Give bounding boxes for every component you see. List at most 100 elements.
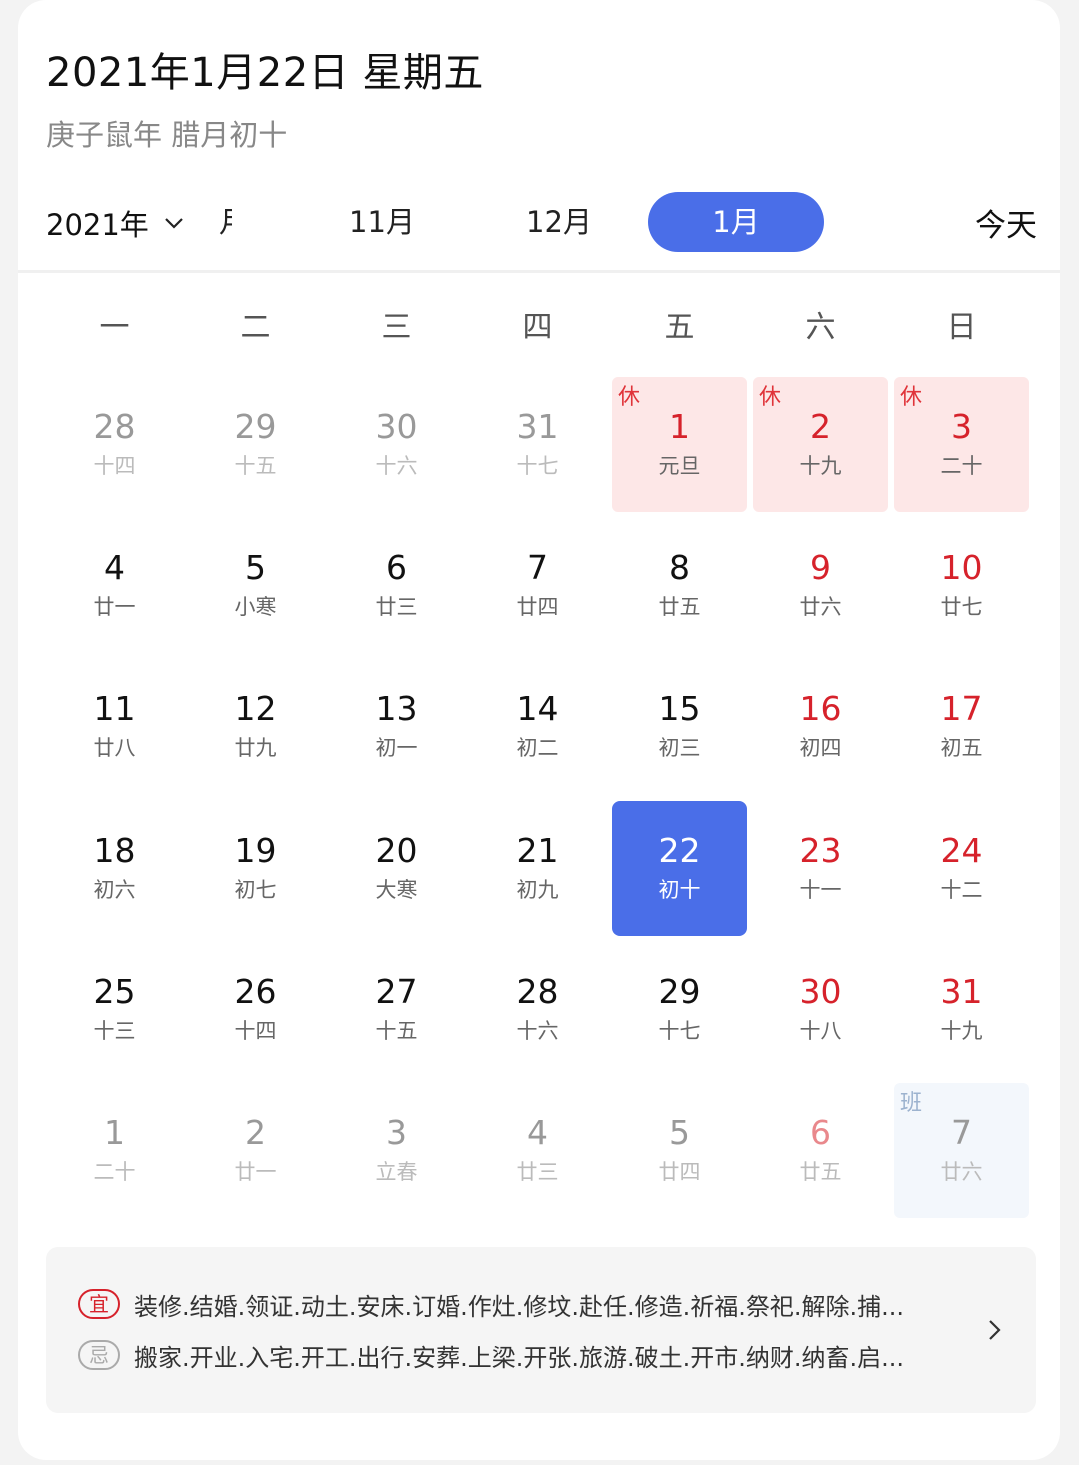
lunar-day: 元旦 bbox=[658, 454, 701, 478]
lunar-day: 初四 bbox=[799, 736, 842, 760]
weekday-label: 五 bbox=[664, 310, 695, 345]
day-cell[interactable]: 12 廿九 bbox=[188, 659, 323, 794]
lunar-day: 初二 bbox=[516, 736, 559, 760]
day-cell[interactable]: 1 二十 bbox=[47, 1083, 182, 1218]
day-cell[interactable]: 29 十五 bbox=[188, 377, 323, 512]
day-cell[interactable]: 27 十五 bbox=[329, 942, 464, 1077]
day-cell[interactable]: 15 初三 bbox=[612, 659, 747, 794]
lunar-day: 廿一 bbox=[93, 595, 136, 619]
day-number: 1 bbox=[104, 1113, 125, 1152]
day-cell[interactable]: 28 十六 bbox=[470, 942, 605, 1077]
day-cell[interactable]: 30 十八 bbox=[753, 942, 888, 1077]
day-number: 31 bbox=[516, 407, 559, 446]
almanac-bad-row: 忌 搬家.开业.入宅.开工.出行.安葬.上梁.开张.旅游.破土.开市.纳财.纳畜… bbox=[78, 1335, 904, 1375]
day-number: 13 bbox=[375, 689, 418, 728]
almanac-panel[interactable]: 宜 装修.结婚.领证.动土.安床.订婚.作灶.修坟.赴任.修造.祈福.祭祀.解除… bbox=[46, 1247, 1036, 1413]
day-cell[interactable]: 休 2 十九 bbox=[753, 377, 888, 512]
day-cell-selected[interactable]: 22 初十 bbox=[612, 801, 747, 936]
month-tab-11[interactable]: 11月 bbox=[294, 192, 470, 252]
day-number: 26 bbox=[234, 972, 277, 1011]
day-cell[interactable]: 19 初七 bbox=[188, 801, 323, 936]
lunar-day: 二十 bbox=[940, 454, 983, 478]
day-number: 2 bbox=[245, 1113, 266, 1152]
day-cell[interactable]: 25 十三 bbox=[47, 942, 182, 1077]
day-number: 29 bbox=[658, 972, 701, 1011]
day-cell[interactable]: 30 十六 bbox=[329, 377, 464, 512]
day-cell[interactable]: 3 立春 bbox=[329, 1083, 464, 1218]
day-number: 9 bbox=[810, 548, 831, 587]
day-cell[interactable]: 24 十二 bbox=[894, 801, 1029, 936]
lunar-day: 廿六 bbox=[940, 1160, 983, 1184]
page-title: 2021年1月22日 星期五 bbox=[46, 50, 484, 96]
day-number: 3 bbox=[386, 1113, 407, 1152]
month-tab-12[interactable]: 12月 bbox=[471, 192, 647, 252]
month-tab-1[interactable]: 1月 bbox=[648, 192, 824, 252]
day-number: 2 bbox=[810, 407, 831, 446]
day-cell[interactable]: 6 廿三 bbox=[329, 518, 464, 653]
day-cell[interactable]: 7 廿四 bbox=[470, 518, 605, 653]
lunar-day: 廿三 bbox=[516, 1160, 559, 1184]
day-cell[interactable]: 4 廿三 bbox=[470, 1083, 605, 1218]
day-number: 30 bbox=[799, 972, 842, 1011]
lunar-day: 十三 bbox=[93, 1019, 136, 1043]
day-number: 28 bbox=[516, 972, 559, 1011]
day-number: 25 bbox=[93, 972, 136, 1011]
day-cell[interactable]: 21 初九 bbox=[470, 801, 605, 936]
month-tab-partial[interactable]: 月 bbox=[136, 192, 232, 252]
lunar-day: 立春 bbox=[375, 1160, 418, 1184]
day-cell[interactable]: 31 十九 bbox=[894, 942, 1029, 1077]
day-number: 7 bbox=[527, 548, 548, 587]
day-cell[interactable]: 18 初六 bbox=[47, 801, 182, 936]
day-cell[interactable]: 17 初五 bbox=[894, 659, 1029, 794]
day-cell[interactable]: 2 廿一 bbox=[188, 1083, 323, 1218]
day-cell[interactable]: 13 初一 bbox=[329, 659, 464, 794]
day-number: 7 bbox=[951, 1113, 972, 1152]
day-cell[interactable]: 休 3 二十 bbox=[894, 377, 1029, 512]
day-cell[interactable]: 29 十七 bbox=[612, 942, 747, 1077]
lunar-day: 十六 bbox=[375, 454, 418, 478]
lunar-day: 二十 bbox=[93, 1160, 136, 1184]
day-cell[interactable]: 休 1 元旦 bbox=[612, 377, 747, 512]
bad-badge: 忌 bbox=[78, 1340, 120, 1370]
lunar-day: 廿三 bbox=[375, 595, 418, 619]
day-cell[interactable]: 5 小寒 bbox=[188, 518, 323, 653]
day-cell[interactable]: 8 廿五 bbox=[612, 518, 747, 653]
day-cell[interactable]: 14 初二 bbox=[470, 659, 605, 794]
day-number: 8 bbox=[669, 548, 690, 587]
lunar-day: 廿五 bbox=[799, 1160, 842, 1184]
day-number: 4 bbox=[527, 1113, 548, 1152]
day-number: 23 bbox=[799, 831, 842, 870]
day-cell[interactable]: 11 廿八 bbox=[47, 659, 182, 794]
day-cell[interactable]: 班 7 廿六 bbox=[894, 1083, 1029, 1218]
today-button[interactable]: 今天 bbox=[975, 200, 1037, 245]
day-cell[interactable]: 28 十四 bbox=[47, 377, 182, 512]
lunar-day: 廿六 bbox=[799, 595, 842, 619]
day-number: 15 bbox=[658, 689, 701, 728]
day-cell[interactable]: 26 十四 bbox=[188, 942, 323, 1077]
weekday-label: 一 bbox=[99, 310, 130, 345]
weekday-label: 二 bbox=[240, 310, 271, 345]
day-cell[interactable]: 16 初四 bbox=[753, 659, 888, 794]
day-number: 6 bbox=[810, 1113, 831, 1152]
lunar-day: 十一 bbox=[799, 878, 842, 902]
day-number: 5 bbox=[245, 548, 266, 587]
day-cell[interactable]: 20 大寒 bbox=[329, 801, 464, 936]
day-number: 28 bbox=[93, 407, 136, 446]
day-number: 5 bbox=[669, 1113, 690, 1152]
day-cell[interactable]: 5 廿四 bbox=[612, 1083, 747, 1218]
day-number: 20 bbox=[375, 831, 418, 870]
lunar-day: 初一 bbox=[375, 736, 418, 760]
day-cell[interactable]: 4 廿一 bbox=[47, 518, 182, 653]
day-cell[interactable]: 10 廿七 bbox=[894, 518, 1029, 653]
day-cell[interactable]: 9 廿六 bbox=[753, 518, 888, 653]
day-number: 6 bbox=[386, 548, 407, 587]
lunar-day: 小寒 bbox=[234, 595, 277, 619]
day-number: 3 bbox=[951, 407, 972, 446]
lunar-day: 廿七 bbox=[940, 595, 983, 619]
day-number: 19 bbox=[234, 831, 277, 870]
day-cell[interactable]: 23 十一 bbox=[753, 801, 888, 936]
day-cell[interactable]: 6 廿五 bbox=[753, 1083, 888, 1218]
day-number: 18 bbox=[93, 831, 136, 870]
day-cell[interactable]: 31 十七 bbox=[470, 377, 605, 512]
lunar-day: 廿八 bbox=[93, 736, 136, 760]
